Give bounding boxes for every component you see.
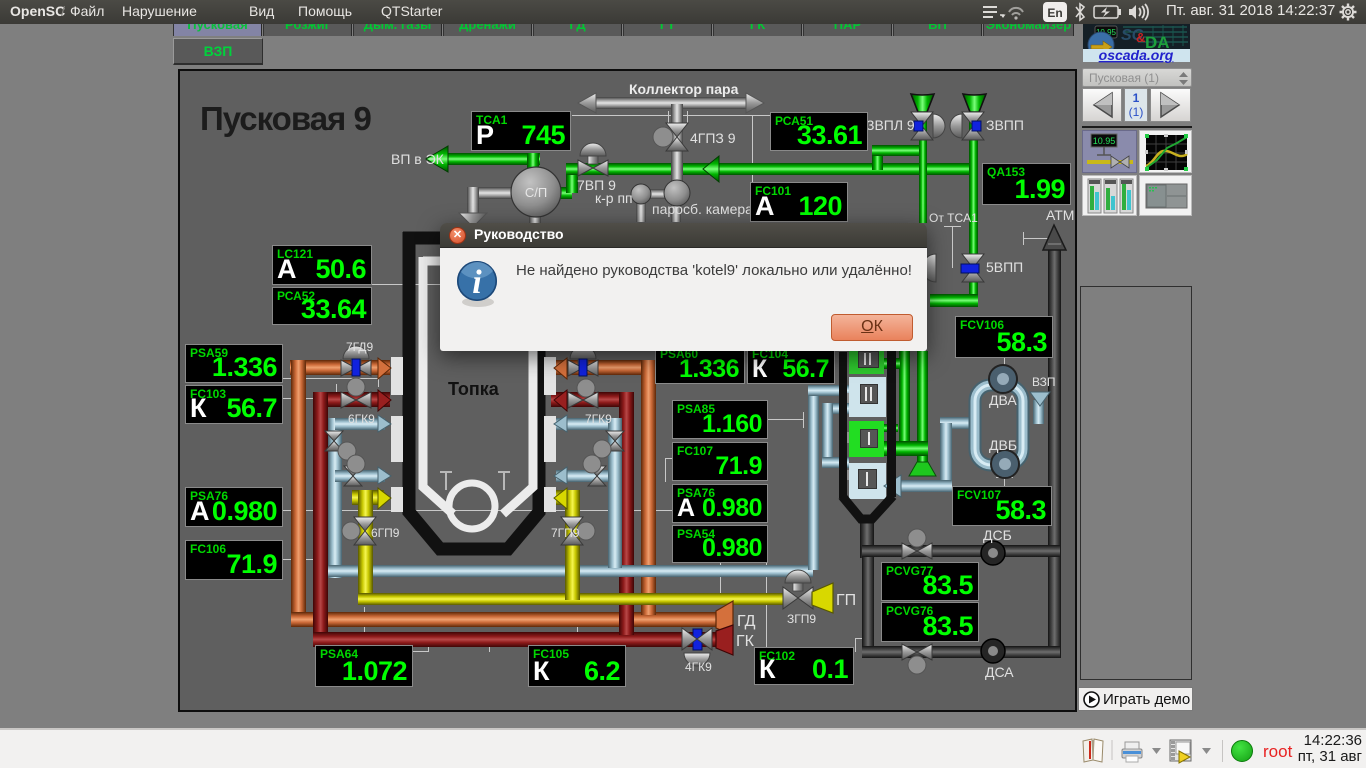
svg-text:i: i [472,264,482,301]
svg-text:En: En [1047,6,1062,20]
svg-text:С/П: С/П [525,185,547,200]
